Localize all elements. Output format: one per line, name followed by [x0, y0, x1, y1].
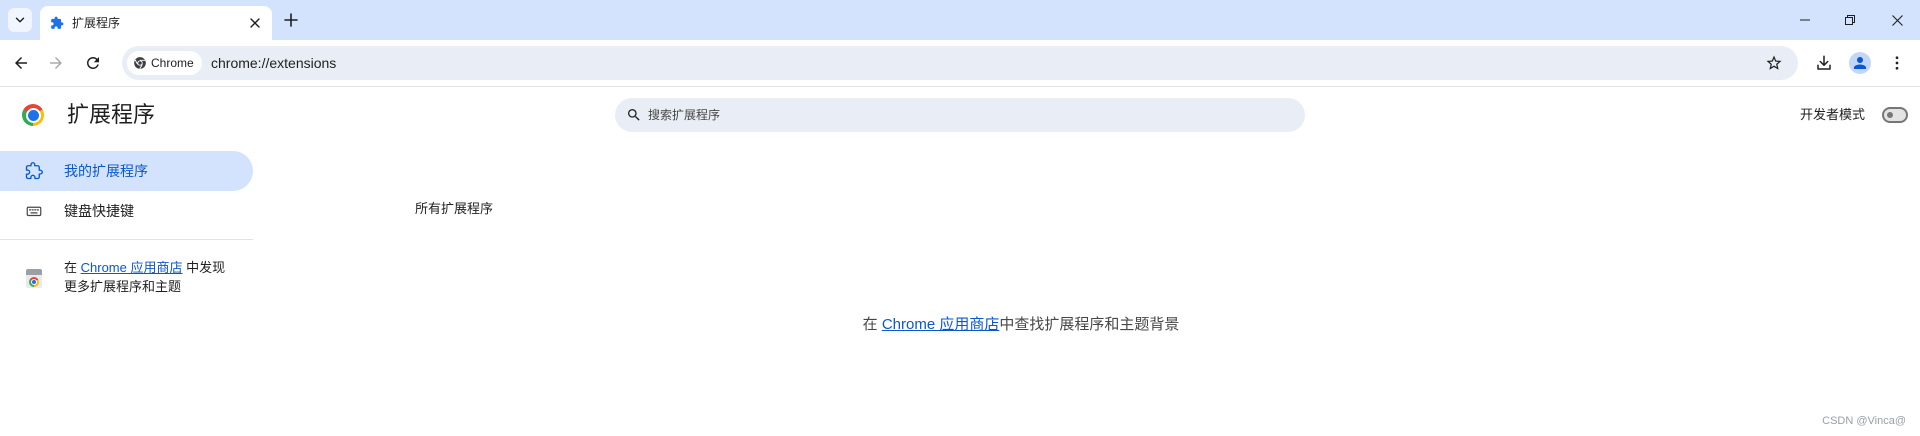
window-close-button[interactable]: [1874, 0, 1920, 40]
url-text[interactable]: chrome://extensions: [211, 46, 336, 80]
chevron-down-icon: [15, 17, 25, 23]
site-info-chip[interactable]: Chrome: [127, 51, 202, 75]
star-icon: [1766, 55, 1782, 70]
promo-prefix: 在: [64, 260, 81, 275]
profile-button[interactable]: [1846, 49, 1874, 77]
close-icon: [250, 18, 260, 28]
web-store-link[interactable]: Chrome 应用商店: [81, 260, 183, 275]
web-store-chrome-logo: [29, 277, 39, 287]
developer-mode-label: 开发者模式: [1800, 107, 1866, 122]
toggle-knob: [1887, 112, 1893, 118]
tab-search-button[interactable]: [8, 8, 32, 32]
empty-state-suffix: 中查找扩展程序和主题背景: [999, 316, 1180, 333]
sidebar-item-label: 我的扩展程序: [64, 163, 148, 179]
web-store-link[interactable]: Chrome 应用商店: [882, 316, 1000, 333]
extensions-icon: [25, 162, 43, 180]
minimize-icon: [1800, 19, 1810, 21]
new-tab-button[interactable]: [279, 8, 303, 32]
search-box[interactable]: [615, 98, 1305, 132]
promo-suffix-line1: 中发现: [182, 260, 226, 275]
forward-button[interactable]: [42, 49, 70, 77]
puzzle-icon: [51, 16, 64, 29]
bookmark-button[interactable]: [1762, 51, 1786, 75]
plus-icon: [284, 13, 298, 27]
developer-mode-toggle[interactable]: [1882, 107, 1908, 123]
reload-icon: [87, 57, 99, 69]
section-title: 所有扩展程序: [415, 201, 494, 216]
empty-state-prefix: 在: [862, 316, 882, 333]
download-icon: [1817, 55, 1831, 70]
back-button[interactable]: [7, 49, 35, 77]
avatar: [1849, 52, 1871, 74]
sidebar-item-my-extensions[interactable]: 我的扩展程序: [0, 151, 253, 191]
minimize-button[interactable]: [1782, 0, 1828, 40]
chrome-icon: [134, 57, 146, 70]
page-title: 扩展程序: [67, 102, 156, 127]
keyboard-icon: [26, 206, 42, 217]
restore-button[interactable]: [1827, 0, 1873, 40]
restore-icon: [1845, 15, 1855, 25]
watermark: CSDN @Vinca@: [1822, 415, 1906, 427]
web-store-icon: [25, 269, 43, 289]
search-input[interactable]: [648, 98, 1288, 132]
downloads-button[interactable]: [1810, 49, 1838, 77]
omnibox[interactable]: Chrome chrome://extensions: [122, 46, 1798, 80]
close-icon: [1891, 14, 1903, 26]
search-icon: [628, 109, 640, 121]
back-icon: [15, 57, 27, 69]
web-store-promo: 在 Chrome 应用商店 中发现 更多扩展程序和主题: [64, 258, 244, 296]
profile-icon: [1854, 57, 1866, 69]
sidebar-item-keyboard-shortcuts[interactable]: 键盘快捷键: [0, 191, 253, 231]
tab-title: 扩展程序: [72, 16, 121, 30]
tab-strip: 扩展程序: [0, 0, 1920, 40]
menu-button[interactable]: [1883, 49, 1911, 77]
forward-icon: [50, 57, 62, 69]
site-chip-label: Chrome: [151, 56, 194, 70]
toolbar: Chrome chrome://extensions: [0, 40, 1920, 87]
promo-suffix-line2: 更多扩展程序和主题: [64, 279, 182, 294]
tab-close-button[interactable]: [246, 14, 264, 32]
chrome-logo-icon: [22, 104, 44, 126]
sidebar-item-label: 键盘快捷键: [64, 203, 134, 219]
reload-button[interactable]: [79, 49, 107, 77]
sidebar-divider: [0, 239, 253, 240]
empty-state-message: 在 Chrome 应用商店中查找扩展程序和主题背景: [415, 313, 1627, 337]
active-tab[interactable]: 扩展程序: [40, 6, 272, 40]
more-vert-icon: [1895, 56, 1899, 70]
